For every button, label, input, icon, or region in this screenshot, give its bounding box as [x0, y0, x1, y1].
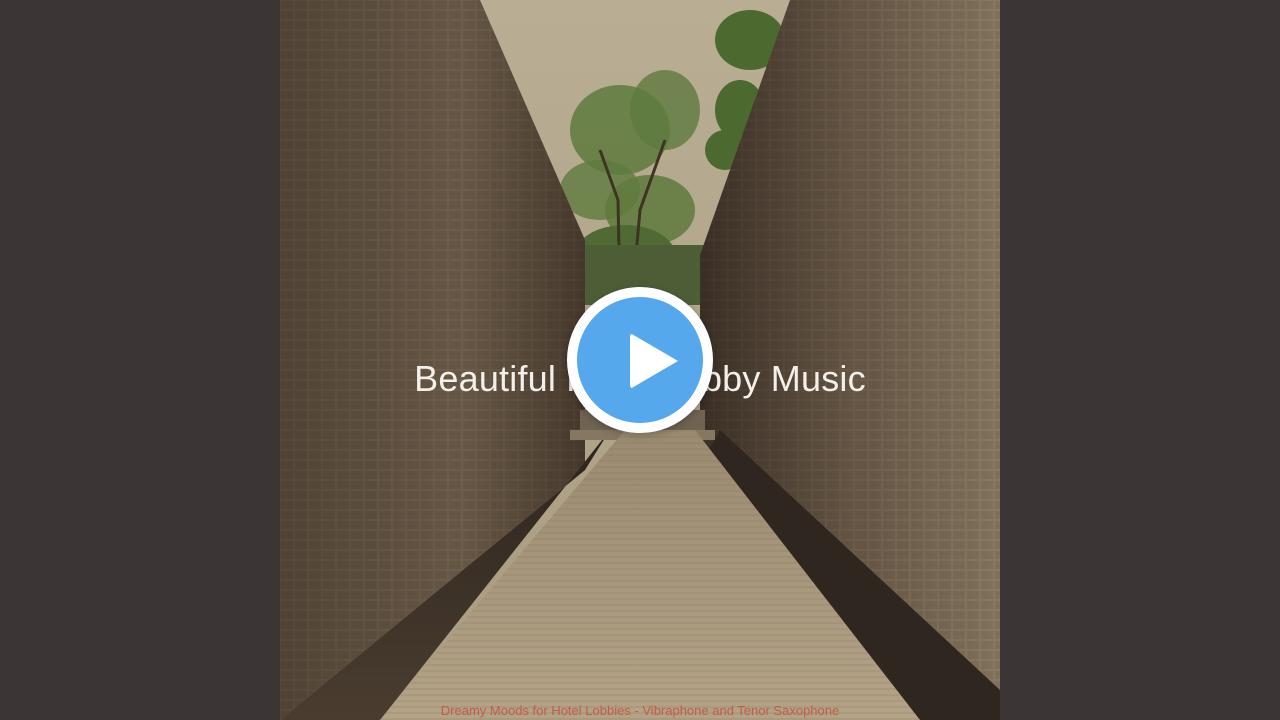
play-icon[interactable]	[630, 333, 678, 389]
track-subtitle-overlay: Dreamy Moods for Hotel Lobbies - Vibraph…	[440, 703, 840, 718]
play-button[interactable]	[567, 287, 713, 433]
video-player[interactable]: Beautiful Hotel Lobby Music Dreamy Moods…	[0, 0, 1280, 720]
play-button-circle[interactable]	[577, 297, 703, 423]
